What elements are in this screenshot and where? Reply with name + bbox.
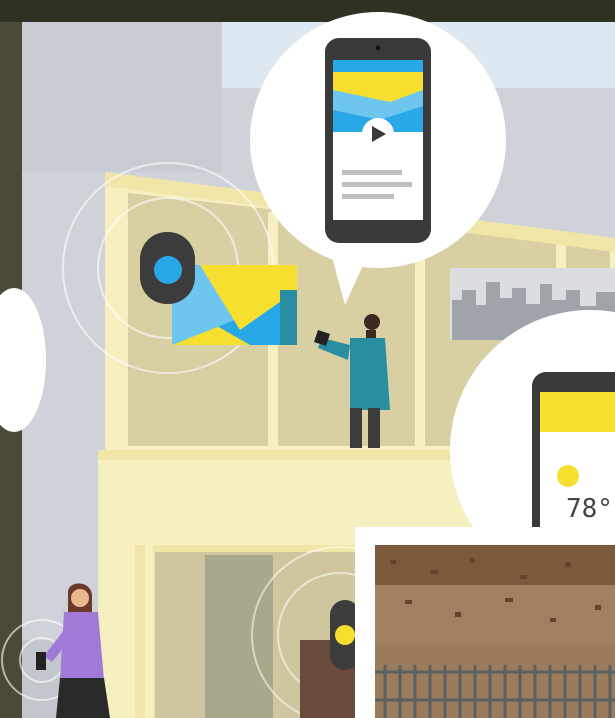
brick-wall-photo [355, 527, 615, 718]
beacon-icon [140, 232, 195, 304]
beacon-illustration: 78° [0, 0, 615, 718]
sun-icon [557, 465, 579, 487]
temperature-readout: 78° [566, 494, 613, 524]
